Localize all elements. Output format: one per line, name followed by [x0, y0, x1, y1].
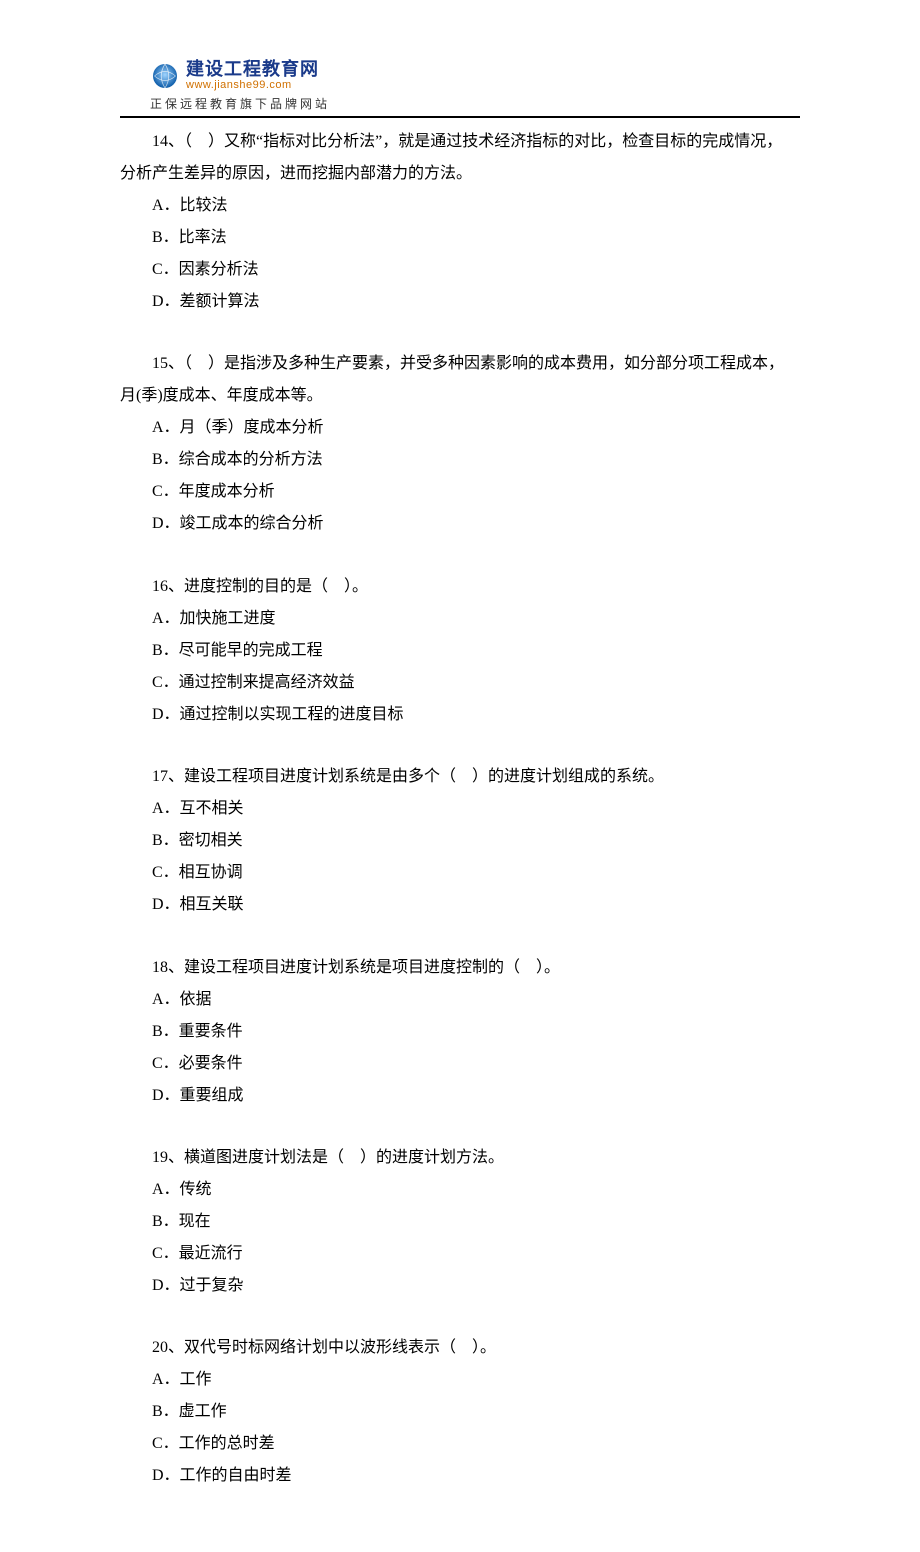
question-gap [120, 1112, 800, 1142]
header-divider [120, 116, 800, 118]
question-block: 14、（ ）又称“指标对比分析法”，就是通过技术经济指标的对比，检查目标的完成情… [120, 126, 800, 318]
question-option: B．综合成本的分析方法 [120, 444, 800, 476]
question-option: A．加快施工进度 [120, 603, 800, 635]
question-option: D．相互关联 [120, 889, 800, 921]
question-stem-cont: 月(季)度成本、年度成本等。 [120, 380, 800, 412]
question-option: B．比率法 [120, 222, 800, 254]
question-option: D．工作的自由时差 [120, 1460, 800, 1492]
question-option: A．依据 [120, 984, 800, 1016]
question-option: C．年度成本分析 [120, 476, 800, 508]
page-header: 建设工程教育网 www.jianshe99.com 正保远程教育旗下品牌网站 [150, 60, 800, 112]
question-option: B．虚工作 [120, 1396, 800, 1428]
question-stem: 16、进度控制的目的是（ ）。 [120, 571, 800, 603]
logo-text: 建设工程教育网 www.jianshe99.com [186, 60, 319, 91]
question-option: A．传统 [120, 1174, 800, 1206]
question-block: 16、进度控制的目的是（ ）。A．加快施工进度B．尽可能早的完成工程C．通过控制… [120, 571, 800, 731]
question-block: 19、横道图进度计划法是（ ）的进度计划方法。A．传统B．现在C．最近流行D．过… [120, 1142, 800, 1302]
question-option: B．尽可能早的完成工程 [120, 635, 800, 667]
question-option: D．通过控制以实现工程的进度目标 [120, 699, 800, 731]
question-stem-cont: 分析产生差异的原因，进而挖掘内部潜力的方法。 [120, 158, 800, 190]
question-gap [120, 731, 800, 761]
brand-url: www.jianshe99.com [186, 80, 319, 91]
question-stem: 14、（ ）又称“指标对比分析法”，就是通过技术经济指标的对比，检查目标的完成情… [120, 126, 800, 158]
question-option: A．工作 [120, 1364, 800, 1396]
question-option: D．竣工成本的综合分析 [120, 508, 800, 540]
logo: 建设工程教育网 www.jianshe99.com [150, 60, 800, 91]
question-option: C．工作的总时差 [120, 1428, 800, 1460]
brand-subtitle: 正保远程教育旗下品牌网站 [150, 95, 800, 112]
logo-icon [150, 61, 180, 91]
content-body: 14、（ ）又称“指标对比分析法”，就是通过技术经济指标的对比，检查目标的完成情… [120, 126, 800, 1492]
question-stem: 19、横道图进度计划法是（ ）的进度计划方法。 [120, 1142, 800, 1174]
question-option: A．月（季）度成本分析 [120, 412, 800, 444]
question-option: D．重要组成 [120, 1080, 800, 1112]
question-gap [120, 1302, 800, 1332]
question-option: A．比较法 [120, 190, 800, 222]
question-option: C．必要条件 [120, 1048, 800, 1080]
question-block: 20、双代号时标网络计划中以波形线表示（ ）。A．工作B．虚工作C．工作的总时差… [120, 1332, 800, 1492]
page: 建设工程教育网 www.jianshe99.com 正保远程教育旗下品牌网站 1… [0, 0, 920, 1552]
question-gap [120, 540, 800, 570]
question-gap [120, 921, 800, 951]
question-stem: 15、（ ）是指涉及多种生产要素，并受多种因素影响的成本费用，如分部分项工程成本… [120, 348, 800, 380]
question-option: B．密切相关 [120, 825, 800, 857]
question-stem: 17、建设工程项目进度计划系统是由多个（ ）的进度计划组成的系统。 [120, 761, 800, 793]
question-stem: 18、建设工程项目进度计划系统是项目进度控制的（ ）。 [120, 952, 800, 984]
question-block: 18、建设工程项目进度计划系统是项目进度控制的（ ）。A．依据B．重要条件C．必… [120, 952, 800, 1112]
question-option: D．差额计算法 [120, 286, 800, 318]
question-option: C．相互协调 [120, 857, 800, 889]
question-option: B．重要条件 [120, 1016, 800, 1048]
question-gap [120, 318, 800, 348]
question-option: C．因素分析法 [120, 254, 800, 286]
question-block: 17、建设工程项目进度计划系统是由多个（ ）的进度计划组成的系统。A．互不相关B… [120, 761, 800, 921]
question-stem: 20、双代号时标网络计划中以波形线表示（ ）。 [120, 1332, 800, 1364]
question-option: C．最近流行 [120, 1238, 800, 1270]
question-block: 15、（ ）是指涉及多种生产要素，并受多种因素影响的成本费用，如分部分项工程成本… [120, 348, 800, 540]
question-option: D．过于复杂 [120, 1270, 800, 1302]
question-option: C．通过控制来提高经济效益 [120, 667, 800, 699]
brand-name: 建设工程教育网 [186, 60, 319, 78]
question-option: A．互不相关 [120, 793, 800, 825]
question-option: B．现在 [120, 1206, 800, 1238]
